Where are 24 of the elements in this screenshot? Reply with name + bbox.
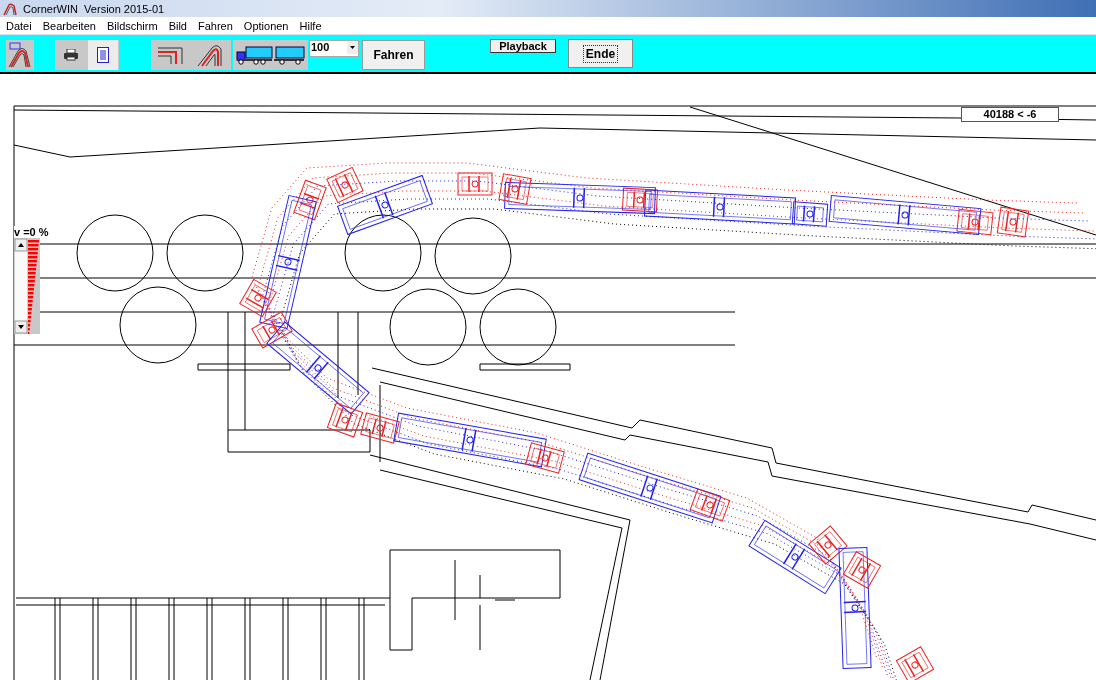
menu-item[interactable]: Bild xyxy=(168,19,187,32)
menu-item[interactable]: Bildschirm xyxy=(106,19,158,32)
drive-button[interactable]: Fahren xyxy=(362,40,425,70)
playback-button[interactable]: Playback xyxy=(490,39,556,53)
menu-item[interactable]: Optionen xyxy=(243,19,289,32)
document-icon xyxy=(97,47,109,63)
position-readout: 40188 < -6 xyxy=(961,107,1059,122)
menu-item[interactable]: Fahren xyxy=(198,19,233,32)
road-corner-icon xyxy=(157,45,185,65)
menu-item[interactable]: Datei xyxy=(6,19,32,32)
end-button[interactable]: Ende xyxy=(568,39,633,68)
document-button[interactable] xyxy=(88,40,118,70)
window-title: CornerWIN Version 2015-01 xyxy=(23,2,165,15)
menu-item[interactable]: Hilfe xyxy=(299,19,322,32)
printer-icon xyxy=(64,49,78,61)
truck-trailer-icon xyxy=(235,45,306,65)
menu-item[interactable]: Bearbeiten xyxy=(42,19,96,32)
speed-reading: v =0 % xyxy=(14,226,49,238)
speed-percent-dropdown[interactable]: 100 xyxy=(309,40,359,57)
curve-tool-button[interactable] xyxy=(6,40,34,70)
speed-scrollbar[interactable] xyxy=(14,238,40,334)
road-curve-icon xyxy=(7,42,33,68)
road-bend-icon xyxy=(197,43,225,67)
app-logo-icon xyxy=(3,1,17,16)
